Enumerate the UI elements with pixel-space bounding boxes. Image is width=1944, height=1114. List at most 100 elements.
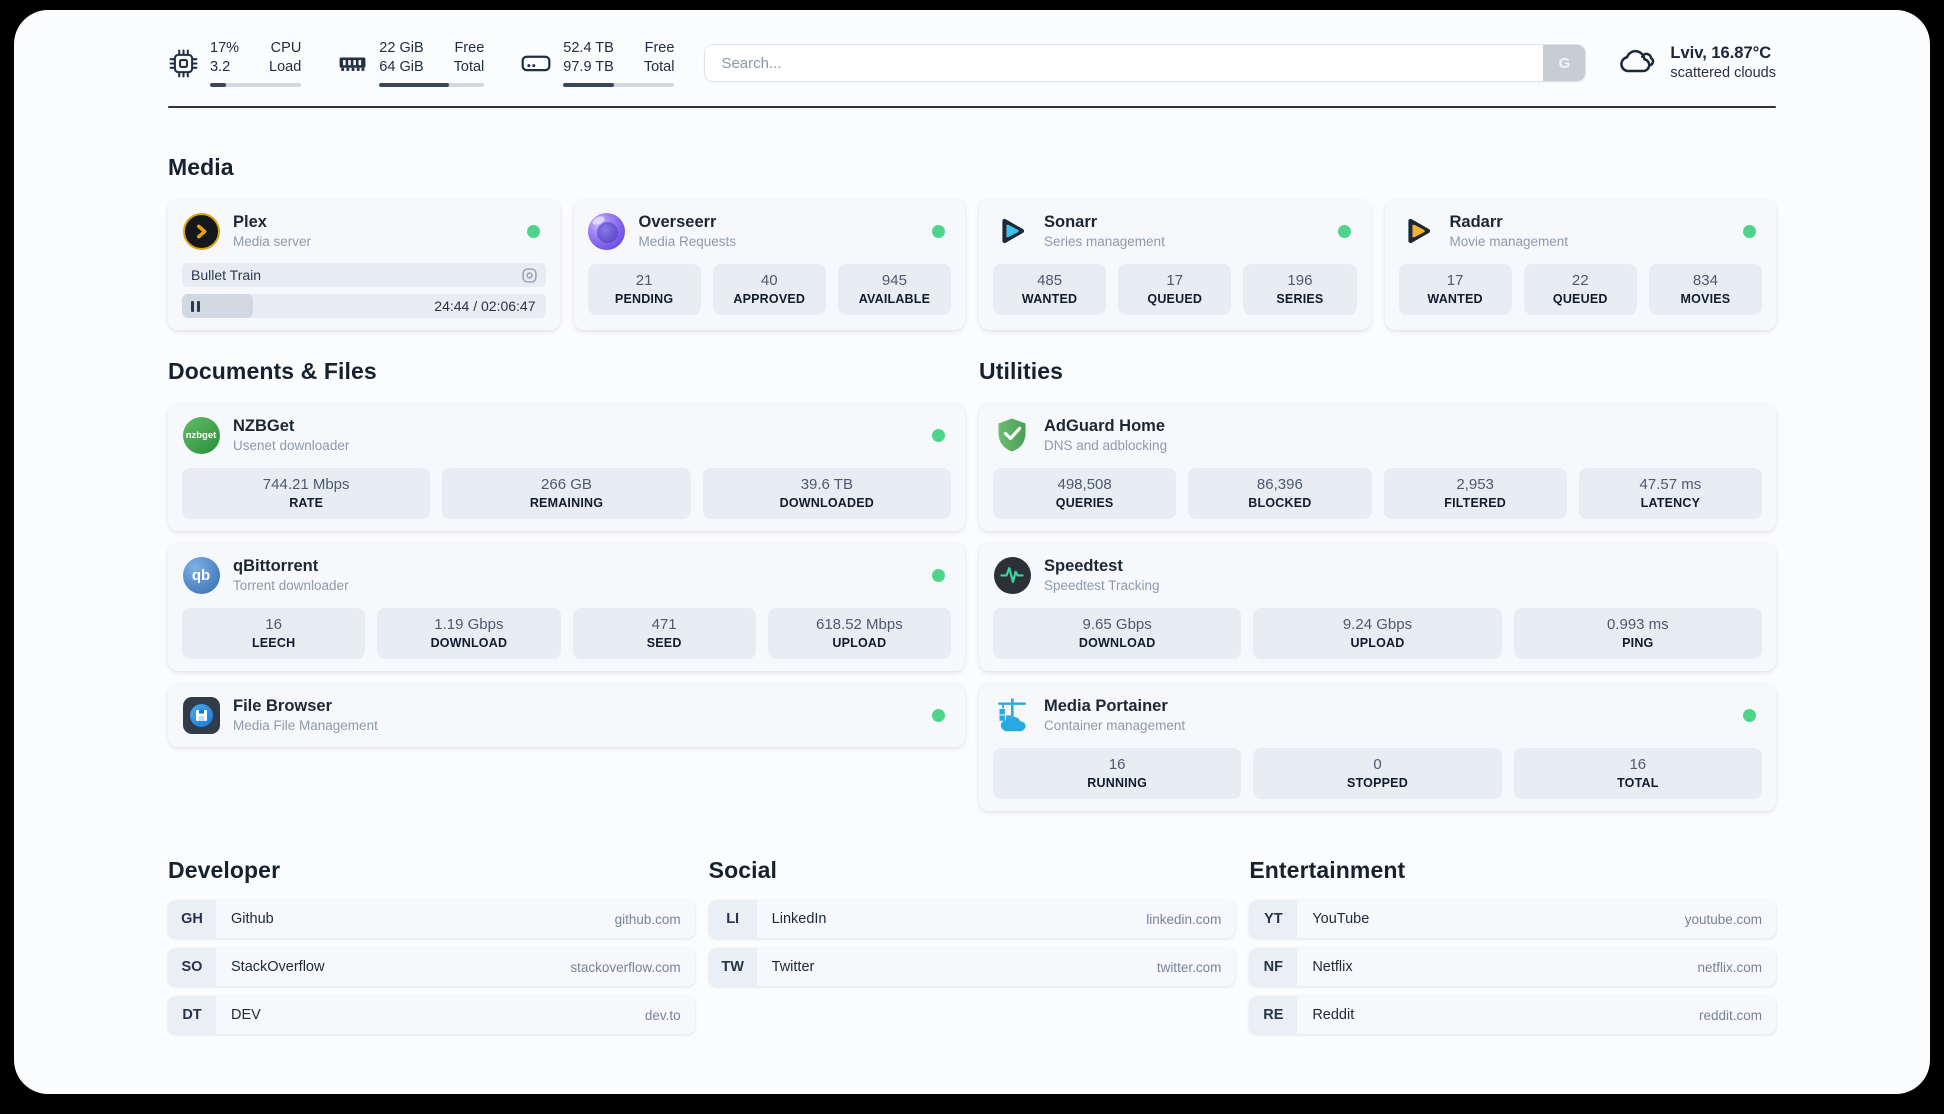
bookmark-url: linkedin.com	[1146, 911, 1222, 927]
qbittorrent-card[interactable]: qb qBittorrent Torrent downloader 16 LEE…	[168, 543, 965, 671]
section-title-documents: Documents & Files	[168, 358, 377, 384]
bookmark-reddit[interactable]: RE Reddit reddit.com	[1249, 996, 1776, 1034]
radarr-card[interactable]: Radarr Movie management 17 WANTED 22 QUE…	[1384, 199, 1776, 330]
bookmark-name: Reddit	[1312, 1007, 1355, 1023]
stat-queued: 17 QUEUED	[1118, 264, 1232, 315]
app-subtitle: Media server	[233, 234, 312, 249]
nzbget-card[interactable]: nzbget NZBGet Usenet downloader 744.21 M…	[168, 403, 965, 531]
app-title: Sonarr	[1044, 213, 1098, 231]
search-input[interactable]	[705, 45, 1544, 81]
stat-download: 1.19 Gbps DOWNLOAD	[377, 608, 561, 659]
pause-icon[interactable]	[191, 300, 200, 312]
disk-widget: 52.4 TB 97.9 TB Free Total	[520, 39, 675, 88]
bookmark-url: github.com	[614, 911, 681, 927]
bookmark-linkedin[interactable]: LI LinkedIn linkedin.com	[708, 900, 1236, 938]
bookmark-youtube[interactable]: YT YouTube youtube.com	[1249, 900, 1776, 938]
app-title: File Browser	[233, 697, 333, 715]
cpu-labels: CPU Load	[269, 39, 302, 75]
section-documents: Documents & Files nzbget NZBGet Usenet d…	[168, 358, 965, 747]
status-dot	[932, 224, 945, 238]
dashboard-page: 17% 3.2 CPU Load 22 GiB 64 GiB Free Tota…	[14, 10, 1930, 1094]
disk-icon	[520, 47, 552, 79]
cloud-icon	[1616, 43, 1658, 83]
bookmark-github[interactable]: GH Github github.com	[168, 900, 695, 938]
bookmark-name: DEV	[231, 1007, 261, 1023]
header-divider	[168, 106, 1776, 108]
stat-wanted: 485 WANTED	[993, 264, 1107, 315]
search-bar: G	[704, 44, 1587, 82]
stat-upload: 618.52 Mbps UPLOAD	[767, 608, 951, 659]
stat-approved: 40 APPROVED	[712, 264, 826, 315]
bookmark-stackoverflow[interactable]: SO StackOverflow stackoverflow.com	[168, 948, 695, 986]
memory-widget: 22 GiB 64 GiB Free Total	[337, 39, 485, 88]
stat-downloaded: 39.6 TB DOWNLOADED	[702, 468, 951, 519]
section-media: Media Plex Media server Bullet Train 24:…	[168, 154, 1776, 330]
disk-labels: Free Total	[643, 39, 675, 75]
weather-widget: Lviv, 16.87°C scattered clouds	[1616, 42, 1776, 84]
section-utilities: Utilities AdGuard Home DNS and adblockin…	[979, 358, 1776, 811]
app-title: Media Portainer	[1044, 697, 1168, 715]
ram-icon	[337, 48, 368, 79]
bookmark-twitter[interactable]: TW Twitter twitter.com	[708, 948, 1236, 986]
overseerr-card[interactable]: Overseerr Media Requests 21 PENDING 40 A…	[573, 199, 965, 330]
app-subtitle: Torrent downloader	[233, 578, 349, 593]
adguard-card[interactable]: AdGuard Home DNS and adblocking 498,508 …	[979, 403, 1776, 531]
stat-queued: 22 QUEUED	[1523, 264, 1637, 315]
sonarr-card[interactable]: Sonarr Series management 485 WANTED 17 Q…	[979, 199, 1371, 330]
now-playing-row: Bullet Train	[182, 263, 546, 287]
stat-upload: 9.24 Gbps UPLOAD	[1253, 608, 1502, 659]
bookmark-url: dev.to	[644, 1007, 681, 1023]
overseerr-icon	[588, 212, 626, 250]
app-subtitle: Series management	[1044, 234, 1165, 249]
bookmark-name: Github	[231, 911, 274, 927]
bookmark-url: netflix.com	[1697, 959, 1762, 975]
bookmark-group-entertainment: Entertainment YT YouTube youtube.com NF …	[1249, 857, 1776, 1034]
section-title-entertainment: Entertainment	[1249, 857, 1406, 883]
memory-values: 22 GiB 64 GiB	[379, 39, 424, 75]
app-title: NZBGet	[233, 417, 295, 435]
stat-running: 16 RUNNING	[993, 748, 1242, 799]
playback-time: 24:44 / 02:06:47	[434, 298, 536, 314]
bookmark-dev[interactable]: DT DEV dev.to	[168, 996, 695, 1034]
sonarr-icon	[993, 212, 1031, 250]
speedtest-card[interactable]: Speedtest Speedtest Tracking 9.65 Gbps D…	[979, 543, 1776, 671]
top-bar: 17% 3.2 CPU Load 22 GiB 64 GiB Free Tota…	[168, 32, 1776, 94]
resource-widgets: 17% 3.2 CPU Load 22 GiB 64 GiB Free Tota…	[168, 39, 675, 88]
nzbget-icon: nzbget	[182, 416, 220, 454]
stat-pending: 21 PENDING	[587, 264, 701, 315]
app-subtitle: Speedtest Tracking	[1044, 578, 1160, 593]
bookmark-group-developer: Developer GH Github github.com SO StackO…	[168, 857, 695, 1034]
bookmark-name: Netflix	[1312, 959, 1353, 975]
filebrowser-card[interactable]: File Browser Media File Management	[168, 683, 965, 747]
stat-stopped: 0 STOPPED	[1253, 748, 1502, 799]
bookmark-abbr: TW	[708, 948, 757, 986]
bookmark-netflix[interactable]: NF Netflix netflix.com	[1249, 948, 1776, 986]
app-subtitle: Movie management	[1449, 234, 1569, 249]
status-dot	[932, 708, 945, 722]
bookmark-url: stackoverflow.com	[570, 959, 681, 975]
bookmark-abbr: GH	[168, 900, 216, 938]
plex-card[interactable]: Plex Media server Bullet Train 24:44 / 0	[168, 199, 560, 330]
bookmark-group-social: Social LI LinkedIn linkedin.com TW Twitt…	[708, 857, 1236, 986]
bookmark-url: twitter.com	[1156, 959, 1222, 975]
stat-filtered: 2,953 FILTERED	[1383, 468, 1567, 519]
stat-rate: 744.21 Mbps RATE	[182, 468, 431, 519]
stat-blocked: 86,396 BLOCKED	[1188, 468, 1372, 519]
stat-movies: 834 MOVIES	[1648, 264, 1763, 315]
bookmark-abbr: RE	[1249, 996, 1298, 1034]
cpu-values: 17% 3.2	[210, 39, 240, 75]
status-dot	[1743, 708, 1756, 722]
portainer-card[interactable]: Media Portainer Container management 16 …	[979, 683, 1776, 811]
stat-ping: 0.993 ms PING	[1513, 608, 1762, 659]
cpu-icon	[168, 48, 199, 79]
disk-values: 52.4 TB 97.9 TB	[563, 39, 614, 75]
now-playing-icon	[521, 267, 537, 283]
stat-leech: 16 LEECH	[182, 608, 366, 659]
weather-condition: scattered clouds	[1670, 65, 1776, 82]
memory-labels: Free Total	[453, 39, 485, 75]
stat-queries: 498,508 QUERIES	[993, 468, 1177, 519]
app-subtitle: Media File Management	[233, 718, 378, 733]
stat-total: 16 TOTAL	[1513, 748, 1762, 799]
search-provider-button[interactable]: G	[1543, 45, 1586, 81]
app-subtitle: DNS and adblocking	[1044, 438, 1168, 453]
